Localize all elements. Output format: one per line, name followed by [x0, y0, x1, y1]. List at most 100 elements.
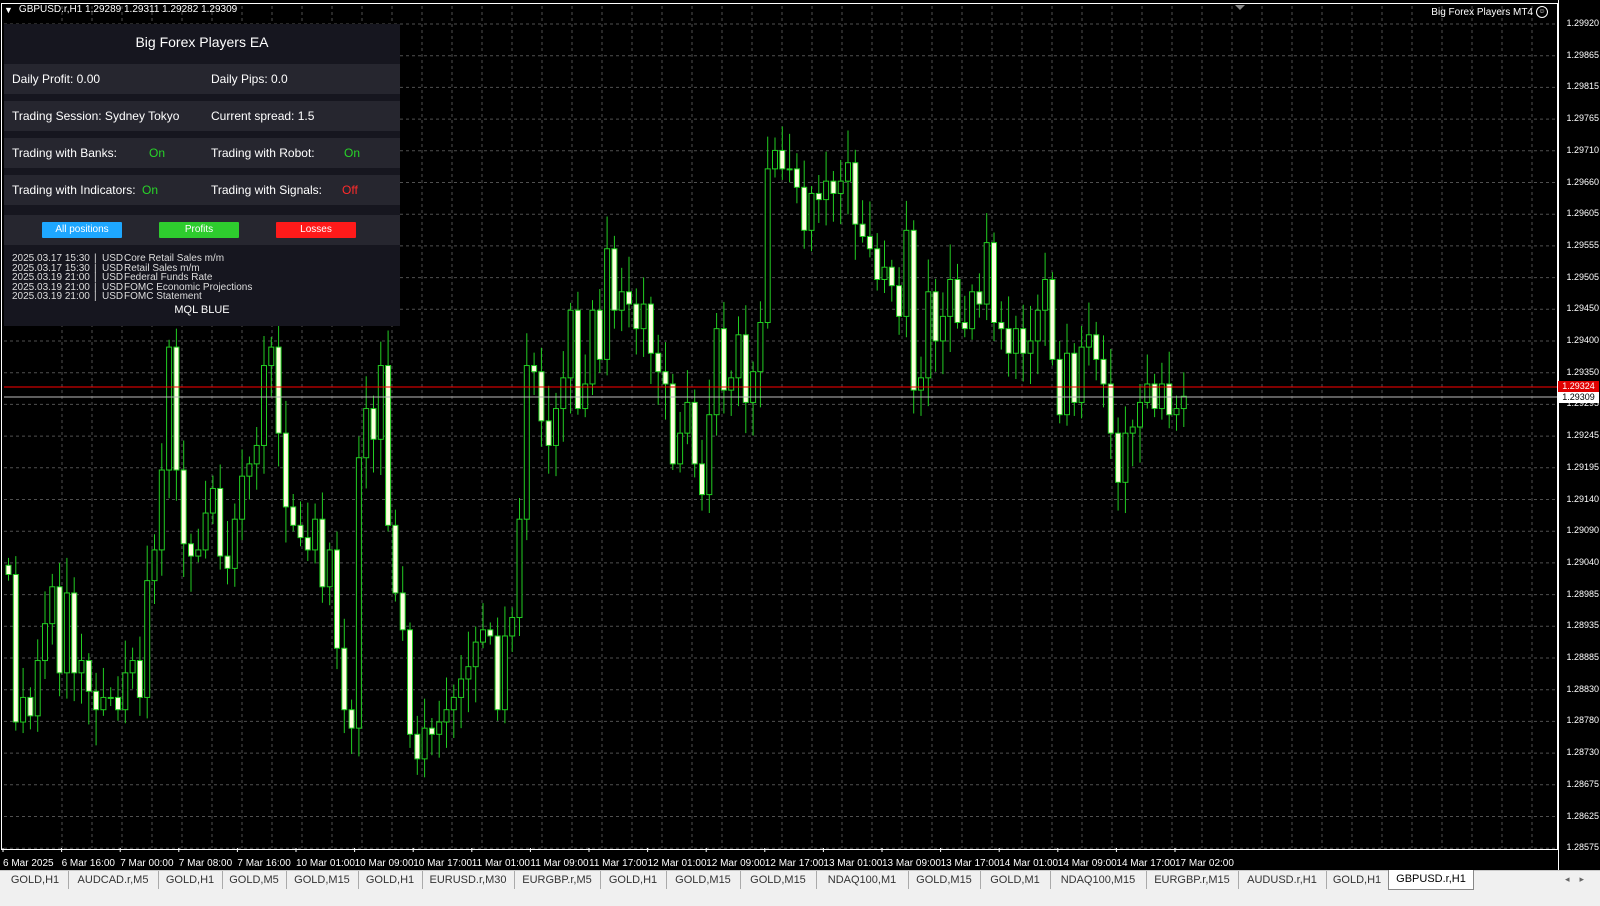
candle-body [188, 543, 194, 557]
candle-body [370, 408, 377, 440]
candle-body [312, 518, 319, 551]
price-label: 1.29815 [1566, 81, 1599, 92]
candle-body [604, 248, 611, 360]
candle-body [428, 727, 435, 735]
price-label: 1.28625 [1566, 810, 1599, 821]
tab-scroll-arrows-icon[interactable]: ◂▸ [1565, 874, 1594, 885]
candle-body [1085, 334, 1092, 348]
candle-body [998, 322, 1005, 330]
candle-body [677, 432, 684, 465]
price-label: 1.29660 [1566, 176, 1599, 187]
tab-chart[interactable]: GOLD,M15 [740, 871, 817, 889]
tab-chart[interactable]: GOLD,M5 [222, 871, 287, 889]
candle-body [852, 162, 859, 225]
time-label: 14 Mar 09:00 [1057, 858, 1117, 869]
profits-button[interactable]: Profits [159, 222, 239, 238]
candle-body [49, 586, 56, 625]
candle-body [823, 180, 830, 201]
candle-body [115, 696, 121, 711]
news-list: 2025.03.17 15:30 | USD Core Retail Sales m/… [12, 254, 252, 302]
price-label: 1.29765 [1566, 113, 1599, 124]
time-label: 12 Mar 01:00 [647, 858, 707, 869]
candle-body [589, 309, 596, 385]
candle-body [837, 180, 844, 194]
daily-profit: Daily Profit: 0.00 [12, 72, 101, 86]
candle-body [618, 291, 625, 311]
price-scale[interactable]: 1.29920 1.29865 1.29815 1.29765 1.29710 1.296… [1558, 0, 1600, 870]
candle-body [720, 328, 727, 391]
losses-button[interactable]: Losses [276, 222, 356, 238]
tab-chart[interactable]: GOLD,H1 [2, 871, 69, 889]
chart-area[interactable]: ▼ GBPUSD.r,H1 1.29289 1.29311 1.29282 1.… [0, 0, 1600, 870]
ea-panel-title: Big Forex Players EA [135, 34, 269, 50]
price-label: 1.29140 [1566, 493, 1599, 504]
candle-body [100, 696, 107, 711]
candle-body [574, 309, 581, 410]
tab-chart[interactable]: GOLD,M15 [666, 871, 741, 889]
candle-body [866, 235, 873, 250]
price-label: 1.29350 [1566, 366, 1599, 377]
news-item: 2025.03.19 21:00 | USD FOMC Statement [12, 292, 252, 302]
tab-chart[interactable]: GOLD,H1 [1326, 871, 1389, 889]
tab-chart[interactable]: EURUSD.r,M30 [422, 871, 515, 889]
tab-chart[interactable]: NDAQ100,M15 [1050, 871, 1147, 889]
candle-body [947, 278, 954, 317]
candle-body [304, 537, 311, 551]
candle-body [910, 229, 917, 391]
candle-body [531, 365, 538, 373]
tab-chart[interactable]: GOLD,M1 [980, 871, 1051, 889]
candle-body [1166, 383, 1173, 416]
candle-body [801, 186, 808, 231]
robot-value: On [344, 146, 361, 160]
all-positions-button[interactable]: All positions [42, 222, 122, 238]
candle-body [874, 248, 881, 280]
candle-body [334, 549, 340, 649]
collapse-triangle-icon[interactable]: ▼ [4, 5, 13, 15]
trading-session: Trading Session: Sydney Tokyo [12, 109, 180, 123]
candle-body [918, 377, 924, 391]
candle-body [859, 223, 866, 237]
candle-body [253, 444, 260, 465]
candle-body [144, 580, 151, 698]
price-label: 1.28780 [1566, 715, 1599, 726]
chart-tab-bar: ◂▸ GOLD,H1 AUDCAD.r,M5 GOLD,H1 GOLD,M5 GOLD,… [0, 870, 1600, 906]
candle-body [699, 463, 705, 496]
tab-chart[interactable]: GOLD,M15 [908, 871, 981, 889]
time-label: 10 Mar 01:00 [296, 858, 355, 869]
tab-chart[interactable]: NDAQ100,M1 [816, 871, 909, 889]
tab-chart[interactable]: AUDUSD.r,H1 [1238, 871, 1327, 889]
tab-chart[interactable]: GOLD,M15 [286, 871, 359, 889]
ea-row-indicators: Trading with Indicators: On Trading with… [4, 175, 400, 205]
tab-active-chart[interactable]: GBPUSD.r,H1 [1388, 870, 1474, 890]
candle-body [173, 346, 180, 471]
candle-body [1034, 309, 1041, 342]
candle-body [472, 641, 479, 668]
candle-body [261, 365, 267, 446]
tab-chart[interactable]: EURGBP.r,M15 [1146, 871, 1239, 889]
time-label: 14 Mar 01:00 [999, 858, 1059, 869]
candle-body [1042, 278, 1049, 311]
candle-body [939, 315, 946, 342]
candle-body [246, 463, 253, 477]
tab-chart[interactable]: GOLD,H1 [358, 871, 423, 889]
candle-body [1129, 426, 1136, 434]
time-label: 11 Mar 17:00 [589, 858, 648, 869]
candle-body [93, 690, 100, 711]
candle-body [983, 242, 990, 305]
candle-body [786, 168, 793, 171]
price-label: 1.28985 [1566, 588, 1599, 599]
price-label: 1.29040 [1566, 556, 1599, 567]
candle-body [12, 574, 19, 723]
time-label: 11 Mar 01:00 [471, 858, 530, 869]
time-label: 13 Mar 01:00 [823, 858, 883, 869]
candle-body [538, 371, 545, 422]
price-label: 1.29450 [1566, 303, 1599, 314]
tab-chart[interactable]: AUDCAD.r,M5 [68, 871, 159, 889]
tab-chart[interactable]: GOLD,H1 [600, 871, 667, 889]
tab-chart[interactable]: EURGBP.r,M5 [514, 871, 601, 889]
candle-body [158, 469, 165, 551]
candle-body [20, 696, 27, 723]
indicators-label: Trading with Indicators: [12, 183, 136, 197]
price-label: 1.28675 [1566, 778, 1599, 789]
tab-chart[interactable]: GOLD,H1 [158, 871, 223, 889]
